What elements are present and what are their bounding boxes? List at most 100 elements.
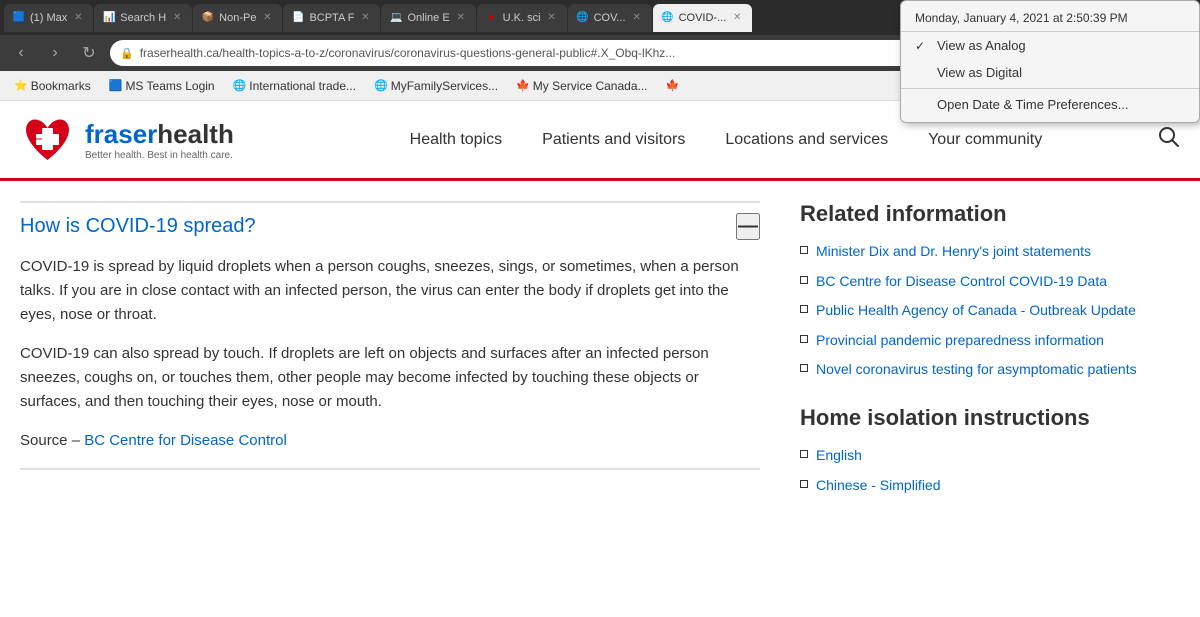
- msteams-bookmark[interactable]: 🟦 MS Teams Login: [103, 77, 221, 95]
- forward-button[interactable]: ›: [42, 40, 68, 66]
- related-info-section: Related information Minister Dix and Dr.…: [800, 201, 1180, 380]
- related-link-4[interactable]: Provincial pandemic preparedness informa…: [800, 331, 1180, 351]
- tab-close-covid[interactable]: ✕: [730, 11, 744, 25]
- collapse-button[interactable]: —: [736, 213, 760, 240]
- isolation-title: Home isolation instructions: [800, 405, 1180, 431]
- paragraph-2: COVID-19 can also spread by touch. If dr…: [20, 342, 760, 414]
- link-square-2: [800, 276, 808, 284]
- back-button[interactable]: ‹: [8, 40, 34, 66]
- tab-title-nonpe: Non-Pe: [219, 12, 256, 24]
- question-title: How is COVID-19 spread?: [20, 215, 256, 238]
- tab-cov1[interactable]: 🌐 COV... ✕: [568, 4, 652, 32]
- nav-patients-visitors[interactable]: Patients and visitors: [542, 127, 685, 153]
- paragraph-1: COVID-19 is spread by liquid droplets wh…: [20, 255, 760, 327]
- tab-nonpe[interactable]: 📦 Non-Pe ✕: [193, 4, 282, 32]
- link-square-chi: [800, 480, 808, 488]
- tab-favicon-bcpta: 📄: [291, 11, 305, 25]
- context-menu: Monday, January 4, 2021 at 2:50:39 PM ✓ …: [900, 101, 1200, 123]
- tab-close-bcpta[interactable]: ✕: [358, 11, 372, 25]
- fh-logo[interactable]: fraserhealth Better health. Best in heal…: [20, 112, 234, 167]
- source-link[interactable]: BC Centre for Disease Control: [84, 432, 287, 449]
- tab-favicon-teams: 🟦: [12, 11, 26, 25]
- tab-teams[interactable]: 🟦 (1) Max ✕: [4, 4, 93, 32]
- related-info-title: Related information: [800, 201, 1180, 227]
- tab-uksci[interactable]: ● U.K. sci ✕: [477, 4, 567, 32]
- nav-health-topics[interactable]: Health topics: [410, 127, 503, 153]
- nav-your-community[interactable]: Your community: [928, 127, 1042, 153]
- search-icon[interactable]: [1158, 126, 1180, 154]
- tab-bcpta[interactable]: 📄 BCPTA F ✕: [283, 4, 380, 32]
- fh-logo-main: fraserhealth: [85, 119, 234, 150]
- maple-bookmark-2[interactable]: 🍁: [660, 77, 686, 94]
- link-square-4: [800, 335, 808, 343]
- content-body: COVID-19 is spread by liquid droplets wh…: [20, 255, 760, 453]
- related-link-2[interactable]: BC Centre for Disease Control COVID-19 D…: [800, 272, 1180, 292]
- isolation-link-english[interactable]: English: [800, 446, 1180, 466]
- tab-close-search[interactable]: ✕: [170, 11, 184, 25]
- question-section: How is COVID-19 spread? — COVID-19 is sp…: [20, 201, 760, 453]
- intl-trade-label: International trade...: [249, 79, 356, 93]
- tab-online[interactable]: 💻 Online E ✕: [381, 4, 475, 32]
- logo-svg: [20, 112, 75, 167]
- isolation-chinese-text: Chinese - Simplified: [816, 476, 941, 496]
- nav-locations-services[interactable]: Locations and services: [725, 127, 888, 153]
- related-link-3[interactable]: Public Health Agency of Canada - Outbrea…: [800, 301, 1180, 321]
- main-content: How is COVID-19 spread? — COVID-19 is sp…: [0, 181, 1200, 617]
- bottom-divider: [20, 468, 760, 470]
- tab-favicon-online: 💻: [389, 11, 403, 25]
- url-text: fraserhealth.ca/health-topics-a-to-z/cor…: [140, 46, 676, 60]
- tab-search[interactable]: 📊 Search H ✕: [94, 4, 192, 32]
- link-square-3: [800, 305, 808, 313]
- tab-title-search: Search H: [120, 12, 166, 24]
- tab-favicon-nonpe: 📦: [201, 11, 215, 25]
- tab-close-online[interactable]: ✕: [454, 11, 468, 25]
- fh-logo-text: fraserhealth Better health. Best in heal…: [85, 119, 234, 161]
- maple-leaf-icon-1: 🍁: [516, 79, 530, 92]
- myfamily-bookmark[interactable]: 🌐 MyFamilyServices...: [368, 77, 504, 95]
- intl-trade-bookmark[interactable]: 🌐 International trade...: [227, 77, 362, 95]
- service-canada-bookmark[interactable]: 🍁 My Service Canada...: [510, 77, 653, 95]
- related-link-1[interactable]: Minister Dix and Dr. Henry's joint state…: [800, 242, 1180, 262]
- myfamily-label: MyFamilyServices...: [391, 79, 498, 93]
- tab-favicon-cov1: 🌐: [576, 11, 590, 25]
- related-link-5[interactable]: Novel coronavirus testing for asymptomat…: [800, 360, 1180, 380]
- menu-prefs-label: Open Date & Time Preferences...: [937, 101, 1128, 112]
- bookmarks-manager[interactable]: ⭐ Bookmarks: [8, 77, 97, 95]
- tab-title-teams: (1) Max: [30, 12, 67, 24]
- related-link-2-text: BC Centre for Disease Control COVID-19 D…: [816, 272, 1107, 292]
- website: fraserhealth Better health. Best in heal…: [0, 101, 1200, 617]
- refresh-button[interactable]: ↻: [76, 40, 102, 66]
- tab-title-cov1: COV...: [594, 12, 626, 24]
- tab-close-cov1[interactable]: ✕: [630, 11, 644, 25]
- content-left: How is COVID-19 spread? — COVID-19 is sp…: [20, 201, 760, 597]
- fraser-text: fraser: [85, 119, 157, 149]
- tab-close-uksci[interactable]: ✕: [545, 11, 559, 25]
- bookmarks-label: Bookmarks: [31, 79, 91, 93]
- tab-covid-active[interactable]: 🌐 COVID-... ✕: [653, 4, 753, 32]
- tab-title-online: Online E: [407, 12, 449, 24]
- lock-icon: 🔒: [120, 47, 134, 60]
- tab-favicon-covid: 🌐: [661, 11, 675, 25]
- tab-favicon-search: 📊: [102, 11, 116, 25]
- fh-nav: Health topics Patients and visitors Loca…: [294, 127, 1158, 153]
- link-square-5: [800, 364, 808, 372]
- star-icon: ⭐: [14, 79, 28, 92]
- tab-favicon-uksci: ●: [485, 11, 499, 25]
- tab-title-bcpta: BCPTA F: [309, 12, 354, 24]
- globe-icon-1: 🌐: [233, 79, 247, 92]
- globe-icon-2: 🌐: [374, 79, 388, 92]
- menu-date-prefs[interactable]: Open Date & Time Preferences...: [901, 101, 1199, 118]
- tab-close-nonpe[interactable]: ✕: [260, 11, 274, 25]
- source-line: Source – BC Centre for Disease Control: [20, 429, 760, 453]
- tab-title-covid: COVID-...: [679, 12, 727, 24]
- related-link-1-text: Minister Dix and Dr. Henry's joint state…: [816, 242, 1091, 262]
- tab-close-teams[interactable]: ✕: [71, 11, 85, 25]
- link-square-eng: [800, 450, 808, 458]
- url-bar[interactable]: 🔒 fraserhealth.ca/health-topics-a-to-z/c…: [110, 40, 1038, 66]
- msteams-label: MS Teams Login: [125, 79, 214, 93]
- isolation-section: Home isolation instructions English Chin…: [800, 405, 1180, 495]
- isolation-english-text: English: [816, 446, 862, 466]
- isolation-link-chinese[interactable]: Chinese - Simplified: [800, 476, 1180, 496]
- related-link-5-text: Novel coronavirus testing for asymptomat…: [816, 360, 1137, 380]
- content-right: Related information Minister Dix and Dr.…: [800, 201, 1180, 597]
